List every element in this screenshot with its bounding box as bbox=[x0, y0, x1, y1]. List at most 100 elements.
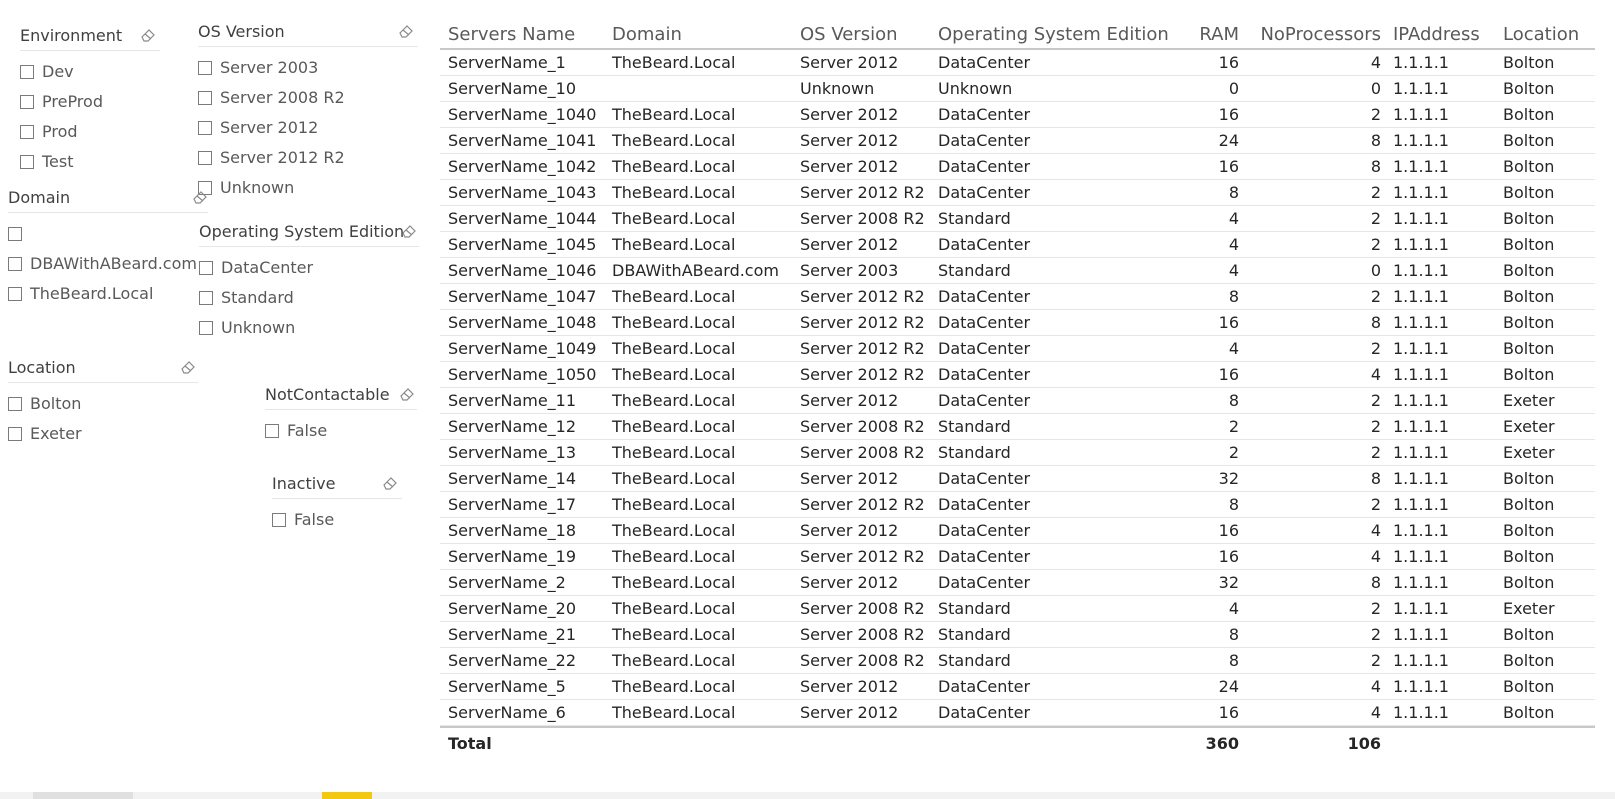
table-row[interactable]: ServerName_1050 TheBeard.Local Server 2012… bbox=[440, 361, 1595, 388]
table-row[interactable]: ServerName_5 TheBeard.Local Server 2012 Dat… bbox=[440, 673, 1595, 700]
table-cell: Bolton bbox=[1495, 205, 1595, 232]
checkbox[interactable] bbox=[20, 95, 34, 109]
table-row[interactable]: ServerName_18 TheBeard.Local Server 2012 Da… bbox=[440, 517, 1595, 544]
eraser-icon[interactable] bbox=[192, 189, 208, 205]
slicer-item[interactable]: Bolton bbox=[8, 389, 198, 419]
checkbox[interactable] bbox=[199, 291, 213, 305]
checkbox[interactable] bbox=[20, 155, 34, 169]
column-header-ipaddress[interactable]: IPAddress bbox=[1385, 20, 1495, 50]
checkbox[interactable] bbox=[199, 261, 213, 275]
eraser-icon[interactable] bbox=[398, 23, 414, 39]
slicer-item[interactable] bbox=[8, 219, 208, 249]
slicer-item[interactable]: Server 2008 R2 bbox=[198, 83, 418, 113]
table-cell: DBAWithABeard.com bbox=[604, 257, 792, 284]
table-cell: DataCenter bbox=[930, 699, 1182, 726]
table-row[interactable]: ServerName_1040 TheBeard.Local Server 2012… bbox=[440, 101, 1595, 128]
column-header-servers-name[interactable]: Servers Name bbox=[440, 20, 604, 50]
checkbox[interactable] bbox=[20, 125, 34, 139]
table-row[interactable]: ServerName_1048 TheBeard.Local Server 2012… bbox=[440, 309, 1595, 336]
table-row[interactable]: ServerName_17 TheBeard.Local Server 2012 R… bbox=[440, 491, 1595, 518]
table-row[interactable]: ServerName_1049 TheBeard.Local Server 2012… bbox=[440, 335, 1595, 362]
slicer-item[interactable]: Server 2003 bbox=[198, 53, 418, 83]
table-cell: DataCenter bbox=[930, 309, 1182, 336]
table-cell: 1.1.1.1 bbox=[1385, 127, 1495, 154]
table-row[interactable]: ServerName_6 TheBeard.Local Server 2012 Dat… bbox=[440, 699, 1595, 726]
table-row[interactable]: ServerName_22 TheBeard.Local Server 2008 R… bbox=[440, 647, 1595, 674]
table-row[interactable]: ServerName_20 TheBeard.Local Server 2008 R… bbox=[440, 595, 1595, 622]
checkbox[interactable] bbox=[198, 61, 212, 75]
eraser-icon[interactable] bbox=[140, 27, 156, 43]
table-cell: TheBeard.Local bbox=[604, 699, 792, 726]
eraser-icon[interactable] bbox=[399, 386, 415, 402]
page-tab-active[interactable] bbox=[322, 792, 372, 799]
table-cell: Server 2012 bbox=[792, 387, 930, 414]
column-header-domain[interactable]: Domain bbox=[604, 20, 792, 50]
checkbox[interactable] bbox=[8, 257, 22, 271]
table-cell: 4 bbox=[1243, 543, 1385, 570]
eraser-icon[interactable] bbox=[382, 475, 398, 491]
checkbox[interactable] bbox=[20, 65, 34, 79]
checkbox[interactable] bbox=[272, 513, 286, 527]
table-cell: 1.1.1.1 bbox=[1385, 569, 1495, 596]
table-row[interactable]: ServerName_21 TheBeard.Local Server 2008 R… bbox=[440, 621, 1595, 648]
slicer-title: Environment bbox=[20, 26, 123, 45]
checkbox[interactable] bbox=[265, 424, 279, 438]
table-body-scroll[interactable]: ServerName_1 TheBeard.Local Server 2012 Dat… bbox=[440, 50, 1595, 726]
slicer-header: Operating System Edition bbox=[199, 220, 419, 247]
checkbox[interactable] bbox=[198, 151, 212, 165]
table-row[interactable]: ServerName_2 TheBeard.Local Server 2012 Dat… bbox=[440, 569, 1595, 596]
slicer-item[interactable]: Server 2012 bbox=[198, 113, 418, 143]
table-row[interactable]: ServerName_19 TheBeard.Local Server 2012 R… bbox=[440, 543, 1595, 570]
table-row[interactable]: ServerName_1044 TheBeard.Local Server 2008… bbox=[440, 205, 1595, 232]
checkbox[interactable] bbox=[199, 321, 213, 335]
slicer-item[interactable]: Standard bbox=[199, 283, 419, 313]
column-header-os-version[interactable]: OS Version bbox=[792, 20, 930, 50]
column-header-location[interactable]: Location bbox=[1495, 20, 1595, 50]
table-row[interactable]: ServerName_1047 TheBeard.Local Server 2012… bbox=[440, 283, 1595, 310]
table-row[interactable]: ServerName_1 TheBeard.Local Server 2012 Dat… bbox=[440, 50, 1595, 76]
table-row[interactable]: ServerName_1041 TheBeard.Local Server 2012… bbox=[440, 127, 1595, 154]
slicer-item[interactable]: TheBeard.Local bbox=[8, 279, 208, 309]
eraser-icon[interactable] bbox=[180, 359, 196, 375]
checkbox[interactable] bbox=[8, 287, 22, 301]
slicer-item[interactable]: Dev bbox=[20, 57, 160, 87]
checkbox[interactable] bbox=[8, 427, 22, 441]
checkbox[interactable] bbox=[8, 397, 22, 411]
table-row[interactable]: ServerName_1045 TheBeard.Local Server 2012… bbox=[440, 231, 1595, 258]
slicer-item[interactable]: Unknown bbox=[199, 313, 419, 343]
table-row[interactable]: ServerName_1042 TheBeard.Local Server 2012… bbox=[440, 153, 1595, 180]
table-cell: ServerName_18 bbox=[440, 517, 604, 544]
column-header-noprocessors[interactable]: NoProcessors bbox=[1243, 20, 1385, 50]
table-cell: Server 2008 R2 bbox=[792, 413, 930, 440]
slicer-item[interactable]: False bbox=[265, 416, 417, 446]
table-cell: 4 bbox=[1243, 50, 1385, 76]
eraser-icon[interactable] bbox=[401, 223, 417, 239]
table-cell: ServerName_1045 bbox=[440, 231, 604, 258]
table-row[interactable]: ServerName_12 TheBeard.Local Server 2008 R… bbox=[440, 413, 1595, 440]
table-cell: 4 bbox=[1182, 335, 1243, 362]
table-cell: 2 bbox=[1243, 205, 1385, 232]
checkbox[interactable] bbox=[198, 91, 212, 105]
slicer-item[interactable]: Server 2012 R2 bbox=[198, 143, 418, 173]
slicer-item[interactable]: Test bbox=[20, 147, 160, 177]
table-row[interactable]: ServerName_14 TheBeard.Local Server 2012 Da… bbox=[440, 465, 1595, 492]
slicer-item[interactable]: False bbox=[272, 505, 402, 535]
table-row[interactable]: ServerName_1046 DBAWithABeard.com Server 2… bbox=[440, 257, 1595, 284]
slicer-item[interactable]: Prod bbox=[20, 117, 160, 147]
slicer-item[interactable]: DataCenter bbox=[199, 253, 419, 283]
table-cell: TheBeard.Local bbox=[604, 543, 792, 570]
table-row[interactable]: ServerName_13 TheBeard.Local Server 2008 R… bbox=[440, 439, 1595, 466]
column-header-ram[interactable]: RAM bbox=[1182, 20, 1243, 50]
checkbox[interactable] bbox=[8, 227, 22, 241]
slicer-item[interactable]: DBAWithABeard.com bbox=[8, 249, 208, 279]
slicer-item[interactable]: Exeter bbox=[8, 419, 198, 449]
slicer-item[interactable]: PreProd bbox=[20, 87, 160, 117]
slicer-item[interactable]: Unknown bbox=[198, 173, 418, 203]
column-header-os-edition[interactable]: Operating System Edition bbox=[930, 20, 1182, 50]
table-row[interactable]: ServerName_10 Unknown Unknown 0 0 1.1.1.1 Bolt… bbox=[440, 75, 1595, 102]
table-row[interactable]: ServerName_1043 TheBeard.Local Server 2012… bbox=[440, 179, 1595, 206]
servers-table: Servers Name Domain OS Version Operating… bbox=[440, 20, 1595, 795]
table-row[interactable]: ServerName_11 TheBeard.Local Server 2012 Da… bbox=[440, 387, 1595, 414]
page-tab[interactable] bbox=[33, 792, 133, 799]
checkbox[interactable] bbox=[198, 121, 212, 135]
